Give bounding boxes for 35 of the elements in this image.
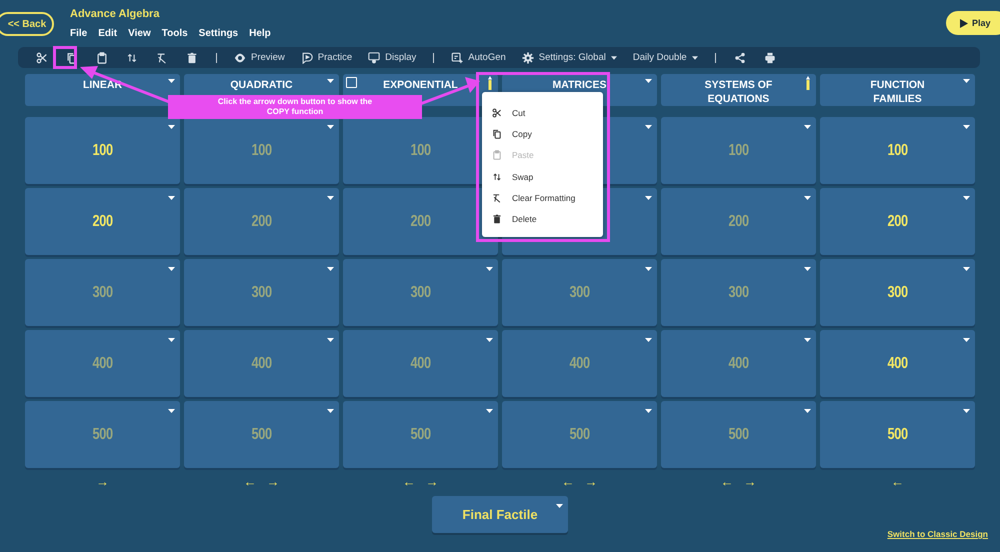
- point-value: 300: [887, 284, 908, 302]
- category-title: EXPONENTIAL: [383, 78, 458, 92]
- point-value: 300: [410, 284, 431, 302]
- category-title: QUADRATIC: [230, 78, 293, 92]
- category-title: SYSTEMS OF EQUATIONS: [704, 78, 774, 106]
- point-value: 500: [251, 426, 272, 444]
- point-value: 500: [569, 426, 590, 444]
- point-value: 300: [92, 284, 113, 302]
- point-value: 400: [728, 354, 749, 372]
- point-value: 100: [887, 142, 908, 160]
- point-value: 200: [251, 212, 272, 230]
- point-value: 200: [410, 212, 431, 230]
- point-value: 300: [569, 284, 590, 302]
- point-value: 400: [92, 354, 113, 372]
- point-value: 100: [92, 142, 113, 160]
- point-value: 500: [728, 426, 749, 444]
- point-value: 400: [251, 354, 272, 372]
- point-value: 200: [728, 212, 749, 230]
- point-value: 500: [887, 426, 908, 444]
- category-title: FUNCTION FAMILIES: [869, 78, 926, 106]
- board-title: Advance Algebra: [70, 8, 160, 20]
- point-value: 500: [410, 426, 431, 444]
- point-value: 400: [887, 354, 908, 372]
- point-value: 200: [887, 212, 908, 230]
- point-value: 300: [728, 284, 749, 302]
- point-value: 400: [569, 354, 590, 372]
- point-value: 100: [251, 142, 272, 160]
- point-value: 400: [410, 354, 431, 372]
- point-value: 200: [92, 212, 113, 230]
- point-value: 500: [92, 426, 113, 444]
- point-value: 300: [251, 284, 272, 302]
- point-value: 100: [728, 142, 749, 160]
- callout-tooltip: Click the arrow down button to show the COPY function: [168, 95, 422, 119]
- category-title: MATRICES: [552, 78, 607, 92]
- point-value: 100: [410, 142, 431, 160]
